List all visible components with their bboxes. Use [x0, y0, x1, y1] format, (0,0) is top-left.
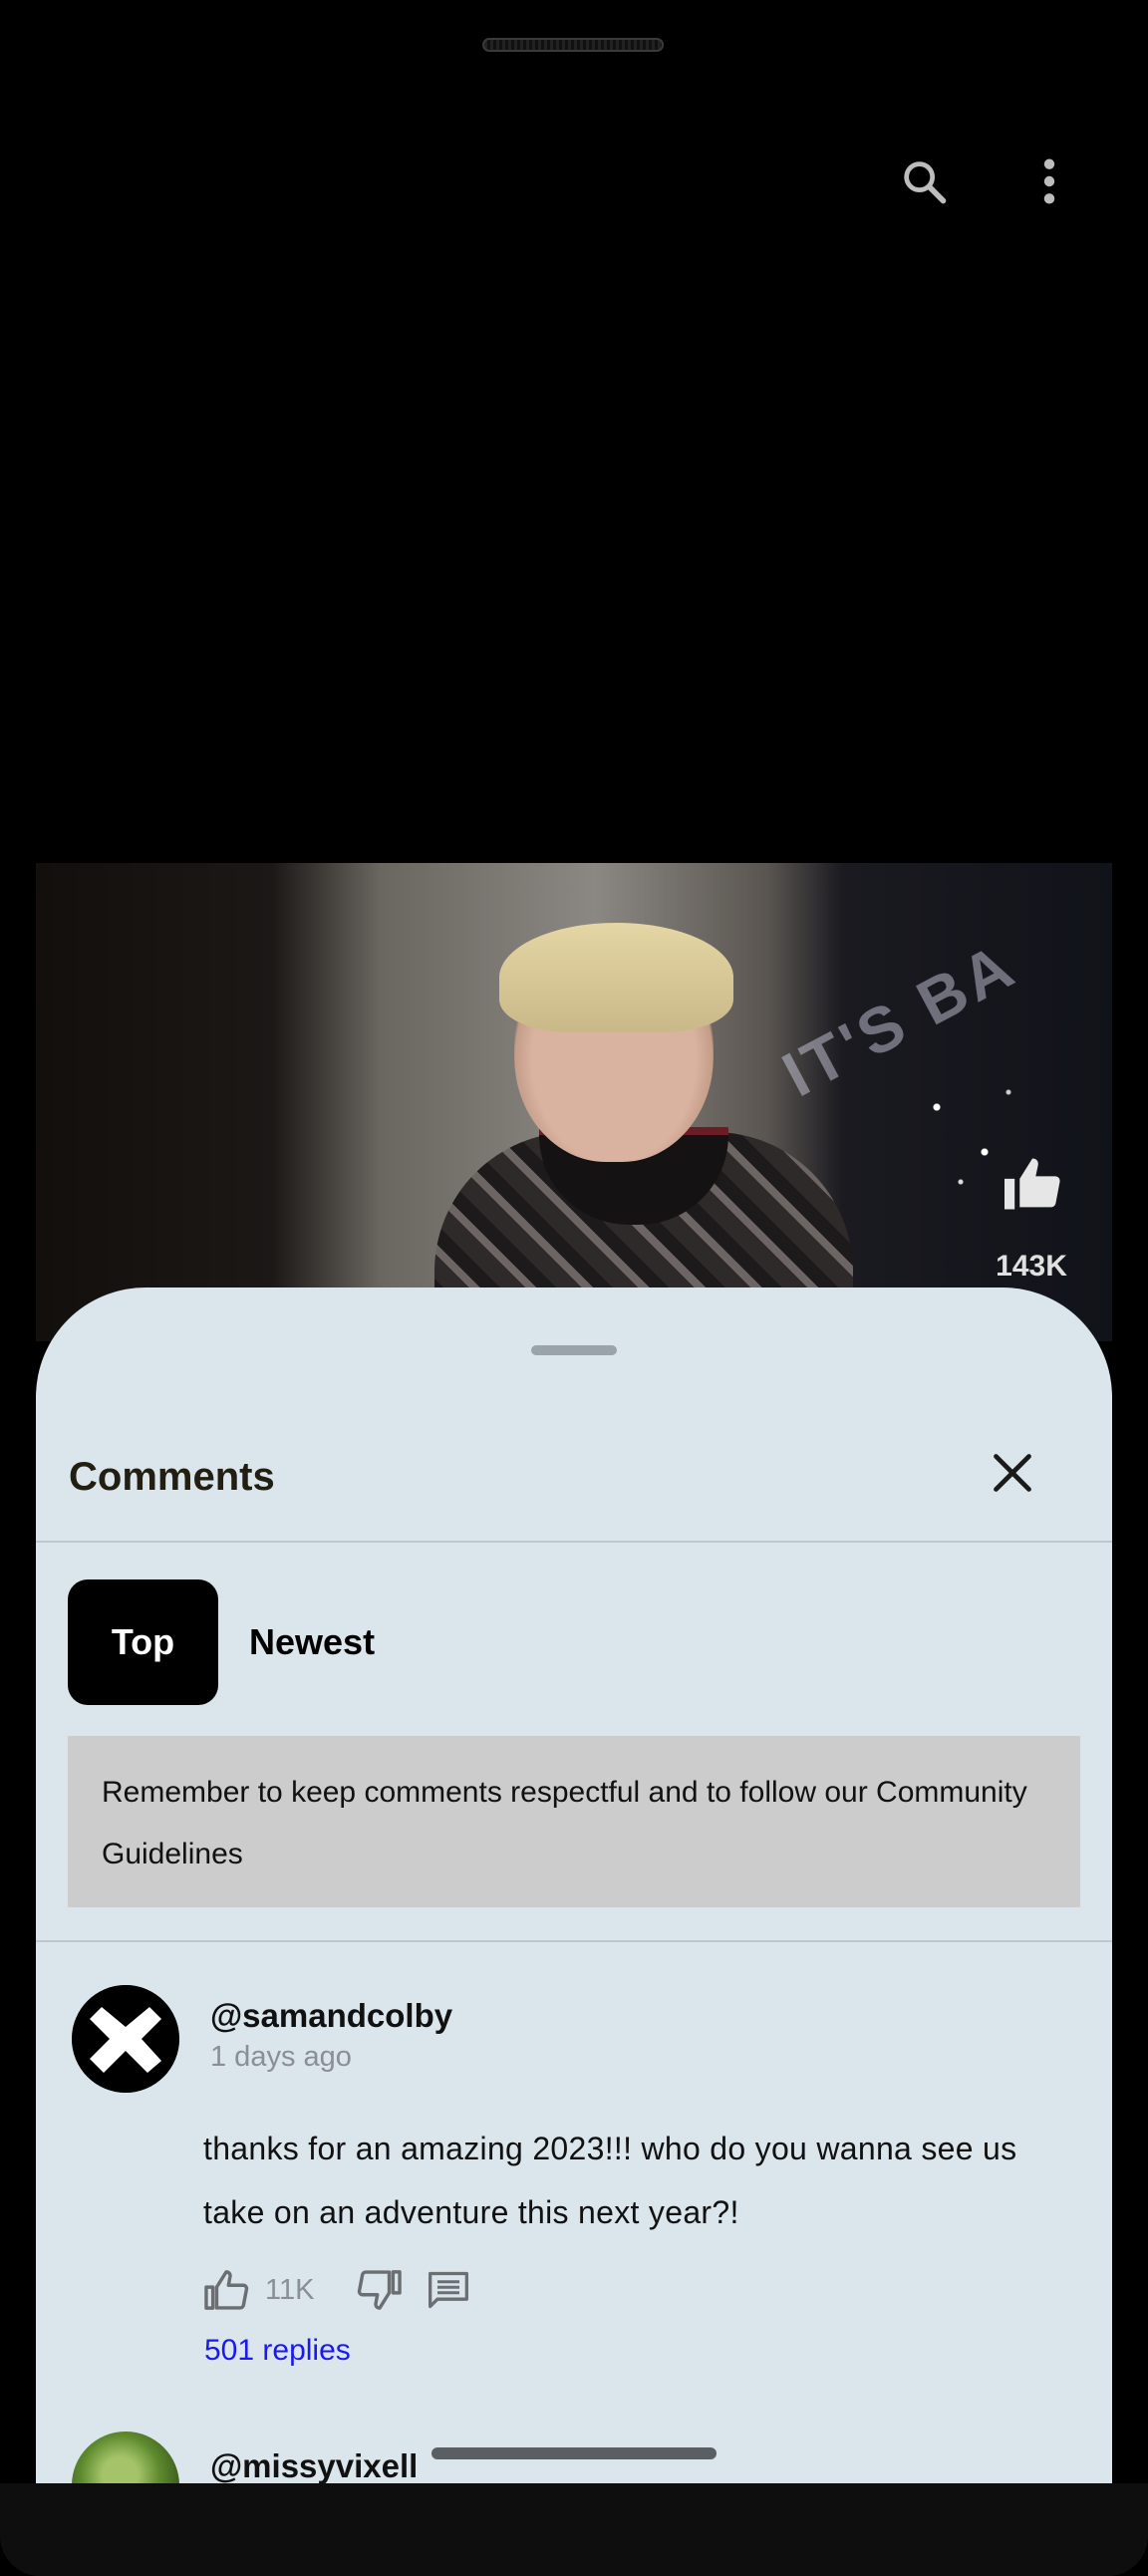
like-button[interactable]: 11K	[203, 2264, 314, 2316]
comment-icon	[429, 2271, 468, 2309]
dislike-button[interactable]	[357, 2264, 403, 2316]
phone-screen: IT'S BA 143K Comments Top Newest Remembe…	[0, 0, 1148, 2576]
sort-chip-top[interactable]: Top	[68, 1579, 218, 1705]
reply-button[interactable]	[427, 2264, 470, 2316]
home-indicator[interactable]	[431, 2447, 717, 2459]
device-bezel-bottom	[0, 2483, 1148, 2576]
video-like-count: 143K	[996, 1250, 1067, 1283]
earpiece-speaker	[482, 38, 664, 52]
thumb-up-outline-icon	[204, 2270, 249, 2310]
comment-username[interactable]: @missyvixell	[210, 2447, 418, 2483]
more-vert-icon[interactable]	[1017, 149, 1081, 213]
comment-like-count: 11K	[265, 2273, 315, 2306]
comment-username[interactable]: @samandcolby	[210, 1997, 452, 2035]
comments-sheet: Comments Top Newest Remember to keep com…	[36, 1288, 1112, 2483]
close-icon[interactable]	[983, 1443, 1042, 1503]
divider	[36, 1940, 1112, 1942]
sort-chip-newest[interactable]: Newest	[235, 1579, 415, 1705]
avatar[interactable]	[72, 2432, 179, 2483]
sheet-title: Comments	[69, 1455, 275, 1499]
avatar[interactable]	[72, 1985, 179, 2093]
thumb-up-icon[interactable]	[997, 1154, 1068, 1214]
drag-handle[interactable]	[531, 1345, 617, 1355]
divider	[36, 1541, 1112, 1543]
search-icon[interactable]	[892, 149, 956, 213]
comment-text: thanks for an amazing 2023!!! who do you…	[203, 2131, 1017, 2230]
replies-link[interactable]: 501 replies	[204, 2334, 351, 2368]
comment-timestamp: 1 days ago	[210, 2041, 352, 2073]
video-player[interactable]: IT'S BA	[36, 863, 1112, 1341]
thumb-down-icon	[357, 2270, 402, 2310]
guidelines-notice[interactable]: Remember to keep comments respectful and…	[68, 1736, 1080, 1907]
